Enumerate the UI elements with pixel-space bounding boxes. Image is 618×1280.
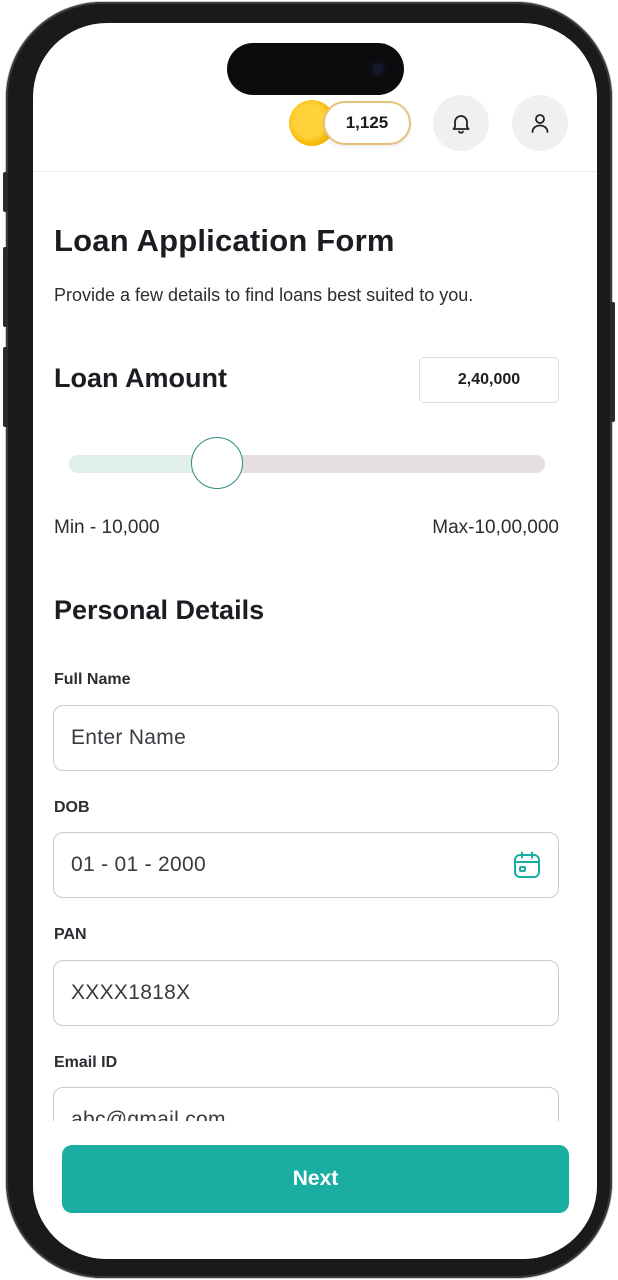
dob-field[interactable]: 01 - 01 - 2000 xyxy=(53,832,559,898)
full-name-field[interactable]: Enter Name xyxy=(53,705,559,771)
slider-handle[interactable] xyxy=(190,437,243,489)
full-name-placeholder: Enter Name xyxy=(71,726,187,749)
next-button[interactable]: Next xyxy=(62,1145,569,1213)
page-title: Loan Application Form xyxy=(54,223,395,258)
notification-button[interactable] xyxy=(433,95,489,151)
personal-details-heading: Personal Details xyxy=(54,595,265,625)
coin-count: 1,125 xyxy=(323,101,411,145)
volume-down-button xyxy=(3,347,8,427)
full-name-label: Full Name xyxy=(54,671,131,688)
dynamic-island xyxy=(227,43,404,95)
dob-label: DOB xyxy=(54,799,90,816)
action-button xyxy=(3,172,8,212)
page-subtitle: Provide a few details to find loans best… xyxy=(54,285,474,305)
pan-label: PAN xyxy=(54,926,87,943)
header-divider xyxy=(33,171,597,172)
loan-amount-heading: Loan Amount xyxy=(54,363,227,393)
camera-icon xyxy=(368,59,388,79)
power-button xyxy=(610,302,615,422)
dob-value: 01 - 01 - 2000 xyxy=(71,853,206,876)
pan-value: XXXX1818X xyxy=(71,981,191,1004)
volume-up-button xyxy=(3,247,8,327)
pan-field[interactable]: XXXX1818X xyxy=(53,960,559,1026)
loan-amount-input[interactable]: 2,40,000 xyxy=(419,357,559,403)
phone-screen: 1,125 Loan Application Form Provide a fe… xyxy=(33,23,597,1259)
phone-frame: 1,125 Loan Application Form Provide a fe… xyxy=(3,2,615,1278)
loan-amount-slider[interactable] xyxy=(69,437,545,489)
slider-min-label: Min - 10,000 xyxy=(54,517,160,538)
profile-button[interactable] xyxy=(512,95,568,151)
calendar-icon[interactable] xyxy=(512,850,542,880)
email-label: Email ID xyxy=(54,1054,118,1071)
bell-icon xyxy=(452,115,470,134)
user-icon xyxy=(531,114,549,133)
slider-max-label: Max-10,00,000 xyxy=(432,517,559,538)
